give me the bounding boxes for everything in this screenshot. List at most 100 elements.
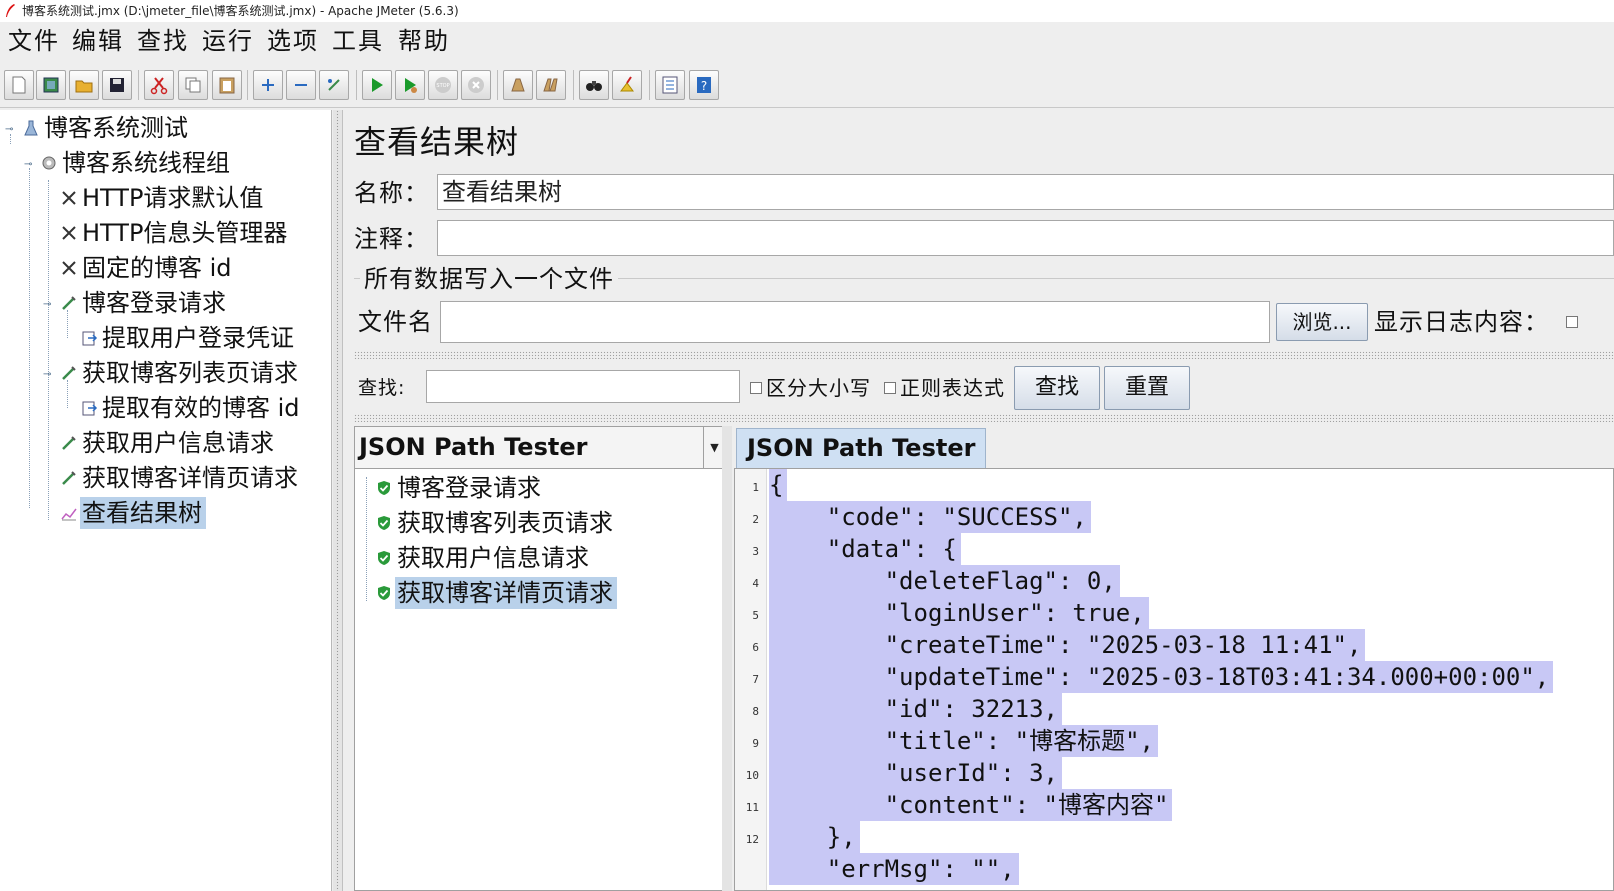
root-expander[interactable]: ⊸ <box>5 125 15 135</box>
code-line: "updateTime": "2025-03-18T03:41:34.000+0… <box>769 661 1554 693</box>
code-line: "loginUser": true, <box>769 597 1149 629</box>
tree-node-user-info-request[interactable]: 获取用户信息请求 <box>60 427 278 459</box>
comment-field[interactable] <box>437 220 1614 256</box>
menu-help[interactable]: 帮助 <box>398 26 450 56</box>
tree-node-login-request[interactable]: 博客登录请求 <box>60 287 230 319</box>
code-line: "data": { <box>769 533 961 565</box>
cut-icon[interactable] <box>144 70 174 100</box>
case-sensitive-checkbox[interactable] <box>750 382 762 394</box>
menu-edit[interactable]: 编辑 <box>72 26 124 56</box>
tab-json-path-tester[interactable]: JSON Path Tester <box>736 428 987 468</box>
sample-item[interactable]: 获取用户信息请求 <box>375 542 593 574</box>
tree-node-label: 博客系统测试 <box>44 114 188 142</box>
tree-guide <box>29 168 30 508</box>
sampler-pipette-icon <box>62 471 76 485</box>
sample-label: 获取博客详情页请求 <box>395 577 617 609</box>
test-plan-tree: ⊸ 博客系统测试 ⊸ 博客系统线程组 HTTP请求默认值 HTTP信息头管理器 … <box>0 110 332 891</box>
thread-group-expander[interactable]: ⊸ <box>24 160 34 170</box>
clear-icon[interactable] <box>503 70 533 100</box>
start-icon[interactable] <box>362 70 392 100</box>
toolbar: STOP ? <box>0 62 1614 108</box>
tree-node-fixed-blog-id[interactable]: 固定的博客 id <box>60 252 236 284</box>
new-icon[interactable] <box>4 70 34 100</box>
sample-item[interactable]: 获取博客列表页请求 <box>375 507 617 539</box>
menu-bar: 文件 编辑 查找 运行 选项 工具 帮助 <box>0 22 1614 60</box>
svg-text:?: ? <box>701 79 707 93</box>
tree-node-view-results-tree[interactable]: 查看结果树 <box>60 497 206 529</box>
main-splitter[interactable] <box>333 110 343 891</box>
start-no-pause-icon[interactable] <box>395 70 425 100</box>
results-splitter[interactable] <box>722 426 732 891</box>
sample-result-list: JSON Path Tester ▼ 博客登录请求 获取博客列表页请求 获取用户… <box>354 426 726 891</box>
login-request-expander[interactable]: ⊸ <box>43 300 53 310</box>
paste-icon[interactable] <box>212 70 242 100</box>
menu-run[interactable]: 运行 <box>202 26 254 56</box>
code-line: "createTime": "2025-03-18 11:41", <box>769 629 1366 661</box>
help-icon[interactable]: ? <box>689 70 719 100</box>
expand-icon[interactable] <box>253 70 283 100</box>
stop-icon[interactable]: STOP <box>428 70 458 100</box>
success-shield-icon <box>378 586 390 600</box>
tree-node-label: 博客系统线程组 <box>62 149 230 177</box>
tree-node-label: 提取用户登录凭证 <box>102 324 294 352</box>
search-input[interactable] <box>426 370 740 403</box>
menu-options[interactable]: 选项 <box>267 26 319 56</box>
save-icon[interactable] <box>102 70 132 100</box>
renderer-select[interactable]: JSON Path Tester ▼ <box>355 427 725 469</box>
tree-node-thread-group[interactable]: 博客系统线程组 <box>40 147 234 179</box>
reset-button[interactable]: 重置 <box>1104 366 1190 410</box>
filename-label: 文件名 <box>358 308 433 336</box>
tree-node-test-plan[interactable]: 博客系统测试 <box>22 112 192 144</box>
menu-tools[interactable]: 工具 <box>332 26 384 56</box>
line-number: 1 <box>752 481 759 494</box>
code-line: "userId": 3, <box>769 757 1062 789</box>
svg-text:STOP: STOP <box>436 83 449 89</box>
tree-node-http-defaults[interactable]: HTTP请求默认值 <box>60 182 267 214</box>
shutdown-icon[interactable] <box>461 70 491 100</box>
menu-search[interactable]: 查找 <box>137 26 189 56</box>
gear-icon <box>42 156 56 170</box>
response-body-viewer[interactable]: 1 2 3 4 5 6 7 8 9 10 11 12 { "code": "SU… <box>734 468 1614 891</box>
open-icon[interactable] <box>69 70 99 100</box>
success-shield-icon <box>378 481 390 495</box>
tree-node-extract-blog-id[interactable]: 提取有效的博客 id <box>80 392 304 424</box>
sample-item[interactable]: 博客登录请求 <box>375 472 545 504</box>
window-titlebar: 博客系统测试.jmx (D:\jmeter_file\博客系统测试.jmx) -… <box>0 0 1614 22</box>
config-tools-icon <box>62 191 76 205</box>
templates-icon[interactable] <box>36 70 66 100</box>
menu-file[interactable]: 文件 <box>8 26 60 56</box>
tree-node-blog-list-request[interactable]: 获取博客列表页请求 <box>60 357 302 389</box>
reset-search-icon[interactable] <box>612 70 642 100</box>
sample-item-selected[interactable]: 获取博客详情页请求 <box>375 577 617 609</box>
regex-checkbox[interactable] <box>884 382 896 394</box>
line-number: 2 <box>752 513 759 526</box>
section-splitter[interactable] <box>354 351 1614 359</box>
tree-node-blog-detail-request[interactable]: 获取博客详情页请求 <box>60 462 302 494</box>
toolbar-separator <box>497 70 498 100</box>
jmeter-feather-icon <box>6 4 15 17</box>
show-log-checkbox[interactable] <box>1566 316 1578 328</box>
filename-field[interactable] <box>440 301 1270 343</box>
clear-all-icon[interactable] <box>536 70 566 100</box>
code-line: { <box>769 469 788 501</box>
copy-icon[interactable] <box>178 70 208 100</box>
name-field[interactable]: 查看结果树 <box>437 174 1614 210</box>
toolbar-separator <box>138 70 139 100</box>
tree-node-header-manager[interactable]: HTTP信息头管理器 <box>60 217 291 249</box>
toggle-icon[interactable] <box>319 70 349 100</box>
browse-button[interactable]: 浏览... <box>1276 303 1368 341</box>
tree-node-label: 获取用户信息请求 <box>82 429 274 457</box>
line-number: 11 <box>745 801 759 814</box>
code-line: }, <box>769 821 860 853</box>
search-icon[interactable] <box>579 70 609 100</box>
window-title: 博客系统测试.jmx (D:\jmeter_file\博客系统测试.jmx) -… <box>22 4 459 18</box>
function-helper-icon[interactable] <box>655 70 685 100</box>
collapse-icon[interactable] <box>286 70 316 100</box>
sample-label: 获取博客列表页请求 <box>397 509 613 537</box>
tree-node-extract-login-token[interactable]: 提取用户登录凭证 <box>80 322 298 354</box>
blog-list-expander[interactable]: ⊸ <box>43 370 53 380</box>
find-button[interactable]: 查找 <box>1014 366 1100 410</box>
code-line: "errMsg": "", <box>769 853 1019 885</box>
section-splitter[interactable] <box>354 414 1614 422</box>
comment-label: 注释： <box>354 225 429 253</box>
